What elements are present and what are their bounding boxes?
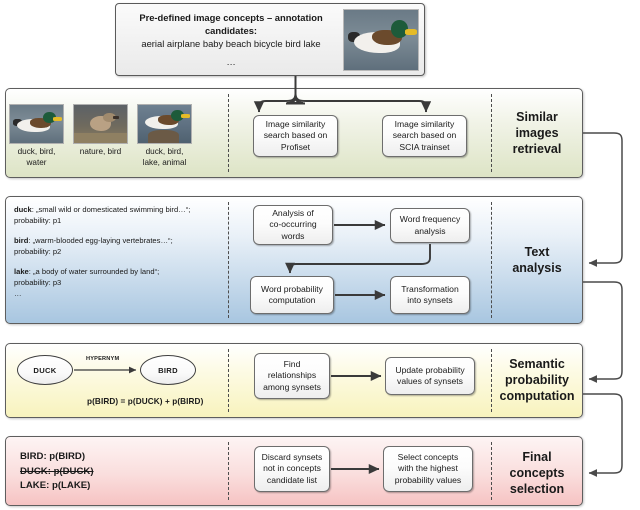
final-concepts-list: BIRD: p(BIRD) DUCK: p(DUCK) LAKE: p(LAKE… xyxy=(20,450,210,494)
word-definitions-list: duck: „small wild or domesticated swimmi… xyxy=(14,204,219,299)
definition-bird-gloss: : „warm-blooded egg-laying vertebrates…“… xyxy=(28,235,173,245)
step-discard-synsets[interactable]: Discard synsets not in concepts candidat… xyxy=(254,446,330,492)
definition-lake-word: lake xyxy=(14,266,29,276)
divider-text-right xyxy=(491,202,492,318)
retrieved-thumbnails-row: duck, bird, water nature, bird duck, bir… xyxy=(8,104,193,168)
final-title-line3: selection xyxy=(509,482,565,496)
final-concept-duck: DUCK: p(DUCK) xyxy=(20,465,94,477)
divider-final-left xyxy=(228,442,229,500)
semantic-title-line3: computation xyxy=(499,389,575,403)
mallard-duck-photo xyxy=(343,8,419,71)
relation-label-hypernym: HYPERNYM xyxy=(86,356,120,362)
divider-semantic-left xyxy=(228,349,229,412)
step-image-similarity-scia[interactable]: Image similarity search based on SCIA tr… xyxy=(382,115,467,157)
similar-title-line1: Similar xyxy=(516,110,558,124)
definition-lake-gloss: : „a body of water surrounded by land“; xyxy=(28,266,160,276)
concepts-candidate-words: aerial airplane baby beach bicycle bird … xyxy=(141,38,321,49)
step-analysis-cooccurring-words[interactable]: Analysis of co-occurring words xyxy=(253,205,333,245)
definition-bird-probability: probability: p2 xyxy=(14,247,62,257)
final-concept-lake: LAKE: p(LAKE) xyxy=(20,480,91,491)
section-title-text-analysis: Text analysis xyxy=(495,240,579,280)
definition-bird-word: bird xyxy=(14,235,29,245)
definition-duck-probability: probability: p1 xyxy=(14,216,62,226)
divider-final-right xyxy=(491,442,492,500)
flowchart-diagram: Pre-defined image concepts – annotation … xyxy=(0,0,640,510)
step-word-frequency-analysis[interactable]: Word frequency analysis xyxy=(390,208,470,243)
text-title-line2: analysis xyxy=(512,261,562,275)
semantic-title-line2: probability xyxy=(505,373,569,387)
divider-similar-right xyxy=(491,94,492,172)
definition-lake: lake: „a body of water surrounded by lan… xyxy=(14,266,219,300)
section-title-semantic-probability-computation: Semantic probability computation xyxy=(494,355,580,405)
step-word-probability-computation[interactable]: Word probability computation xyxy=(250,276,334,314)
step-find-relationships-among-synsets[interactable]: Find relationships among synsets xyxy=(254,353,330,399)
definition-duck-word: duck xyxy=(14,205,32,214)
step-image-similarity-profiset[interactable]: Image similarity search based on Profise… xyxy=(253,115,338,157)
definition-lake-probability: probability: p3 xyxy=(14,278,62,288)
similar-title-line3: retrieval xyxy=(512,142,562,156)
step-transformation-into-synsets[interactable]: Transformation into synsets xyxy=(390,276,470,314)
final-concept-bird: BIRD: p(BIRD) xyxy=(20,451,86,462)
semantic-probability-formula: p(BIRD) = p(DUCK) + p(BIRD) xyxy=(87,397,204,406)
divider-text-left xyxy=(228,202,229,318)
retrieved-image-duck-caption: duck, bird, water xyxy=(17,147,56,167)
step-update-probability-values[interactable]: Update probability values of synsets xyxy=(385,357,475,395)
final-title-line2: concepts xyxy=(509,466,565,480)
final-title-line1: Final xyxy=(522,450,552,464)
definition-duck: duck: „small wild or domesticated swimmi… xyxy=(14,204,219,226)
synset-node-bird[interactable]: BIRD xyxy=(140,355,196,385)
retrieved-image-sparrow-caption: nature, bird xyxy=(79,147,122,156)
concepts-title-line2: candidates: xyxy=(204,25,258,36)
predefined-concepts-box: Pre-defined image concepts – annotation … xyxy=(115,3,425,76)
similar-title-line2: images xyxy=(515,126,559,140)
definition-bird: bird: „warm-blooded egg-laying vertebrat… xyxy=(14,235,219,257)
section-title-similar-images-retrieval: Similar images retrieval xyxy=(495,105,579,161)
step-select-highest-probability-concepts[interactable]: Select concepts with the highest probabi… xyxy=(383,446,473,492)
semantic-title-line1: Semantic xyxy=(509,357,565,371)
text-title-line1: Text xyxy=(524,245,550,259)
definitions-ellipsis: … xyxy=(14,289,22,299)
retrieved-image-duck: duck, bird, water xyxy=(8,104,65,168)
concepts-title-line1: Pre-defined image concepts – annotation xyxy=(139,12,323,23)
retrieved-image-sparrow: nature, bird xyxy=(72,104,129,168)
synset-node-duck[interactable]: DUCK xyxy=(17,355,73,385)
concepts-ellipsis: … xyxy=(226,56,236,67)
predefined-concepts-text: Pre-defined image concepts – annotation … xyxy=(121,11,343,68)
section-title-final-concepts-selection: Final concepts selection xyxy=(494,448,580,498)
divider-semantic-right xyxy=(491,349,492,412)
retrieved-image-duck-lake: duck, bird, lake, animal xyxy=(136,104,193,168)
retrieved-image-duck-lake-caption: duck, bird, lake, animal xyxy=(142,147,187,167)
definition-duck-gloss: : „small wild or domesticated swimming b… xyxy=(31,205,191,214)
divider-similar-left xyxy=(228,94,229,172)
